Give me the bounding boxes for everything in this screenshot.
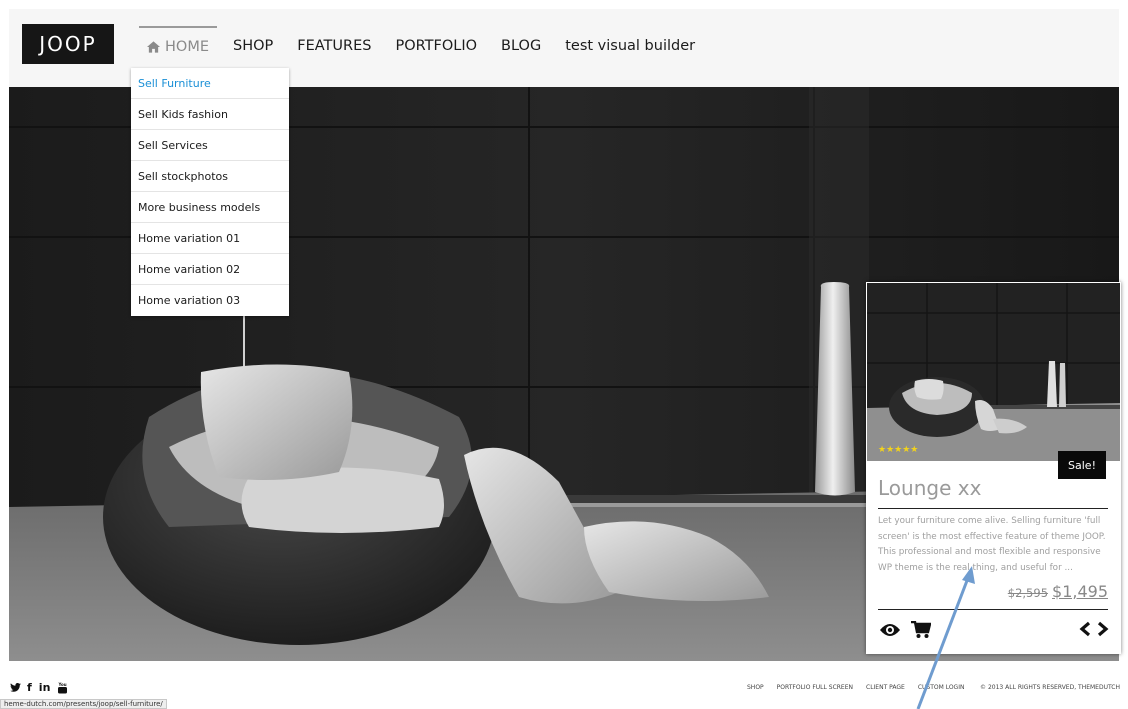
price-original: $2,595	[1007, 586, 1049, 600]
home-icon	[147, 41, 160, 53]
copyright-text: © 2013 ALL RIGHTS RESERVED, THEMEDUTCH	[980, 684, 1120, 691]
card-action-icons	[879, 621, 941, 639]
nav-item-shop[interactable]: SHOP	[233, 26, 273, 66]
dropdown-item-home-variation-01[interactable]: Home variation 01	[131, 223, 289, 254]
cart-icon[interactable]	[911, 621, 931, 639]
product-card: ★★★★★ Sale! Lounge xx Let your furniture…	[866, 282, 1121, 654]
product-title[interactable]: Lounge xx	[878, 476, 981, 500]
facebook-icon[interactable]: f	[27, 681, 32, 694]
nav-item-blog[interactable]: BLOG	[501, 26, 541, 66]
dropdown-item-sell-stockphotos[interactable]: Sell stockphotos	[131, 161, 289, 192]
divider	[878, 508, 1108, 509]
dropdown-item-sell-services[interactable]: Sell Services	[131, 130, 289, 161]
price-sale: $1,495	[1052, 582, 1108, 601]
footer-link-portfolio-full-screen[interactable]: PORTFOLIO FULL SCREEN	[777, 684, 853, 691]
sale-badge: Sale!	[1058, 451, 1106, 479]
page: JOOP HOME SHOP FEATURES PORTFOLIO BLOG t…	[0, 0, 1128, 709]
site-logo[interactable]: JOOP	[22, 24, 114, 64]
product-thumbnail[interactable]	[867, 283, 1120, 461]
dropdown-item-home-variation-03[interactable]: Home variation 03	[131, 285, 289, 316]
eye-icon[interactable]	[879, 622, 901, 638]
product-description: Let your furniture come alive. Selling f…	[878, 516, 1106, 573]
nav-item-portfolio[interactable]: PORTFOLIO	[395, 26, 477, 66]
dropdown-item-home-variation-02[interactable]: Home variation 02	[131, 254, 289, 285]
nav-item-home[interactable]: HOME	[139, 26, 217, 66]
youtube-icon[interactable]: You	[57, 682, 68, 694]
home-dropdown-menu: Sell Furniture Sell Kids fashion Sell Se…	[131, 68, 289, 316]
dropdown-item-sell-furniture[interactable]: Sell Furniture	[131, 68, 289, 99]
card-nav-arrows	[1073, 621, 1109, 637]
main-nav: HOME SHOP FEATURES PORTFOLIO BLOG test v…	[139, 26, 695, 66]
footer-link-client-page[interactable]: CLIENT PAGE	[866, 684, 905, 691]
dropdown-item-more-business-models[interactable]: More business models	[131, 192, 289, 223]
product-photo	[867, 283, 1120, 461]
nav-item-test-visual-builder[interactable]: test visual builder	[565, 26, 695, 66]
rating-stars: ★★★★★	[878, 445, 919, 455]
social-links: f in You	[10, 681, 68, 694]
twitter-icon[interactable]	[10, 683, 21, 692]
svg-text:You: You	[58, 682, 67, 687]
footer-links: SHOP PORTFOLIO FULL SCREEN CLIENT PAGE C…	[747, 684, 977, 691]
chevron-right-icon[interactable]	[1097, 621, 1109, 637]
linkedin-icon[interactable]: in	[39, 681, 51, 694]
footer-link-shop[interactable]: SHOP	[747, 684, 764, 691]
footer-link-custom-login[interactable]: CUSTOM LOGIN	[918, 684, 965, 691]
product-price: $2,595 $1,495	[1008, 582, 1108, 601]
browser-status-url: heme-dutch.com/presents/joop/sell-furnit…	[0, 699, 167, 709]
chevron-left-icon[interactable]	[1079, 621, 1091, 637]
nav-item-features[interactable]: FEATURES	[297, 26, 371, 66]
nav-item-label: HOME	[165, 39, 209, 55]
dropdown-item-sell-kids-fashion[interactable]: Sell Kids fashion	[131, 99, 289, 130]
divider	[878, 609, 1108, 610]
